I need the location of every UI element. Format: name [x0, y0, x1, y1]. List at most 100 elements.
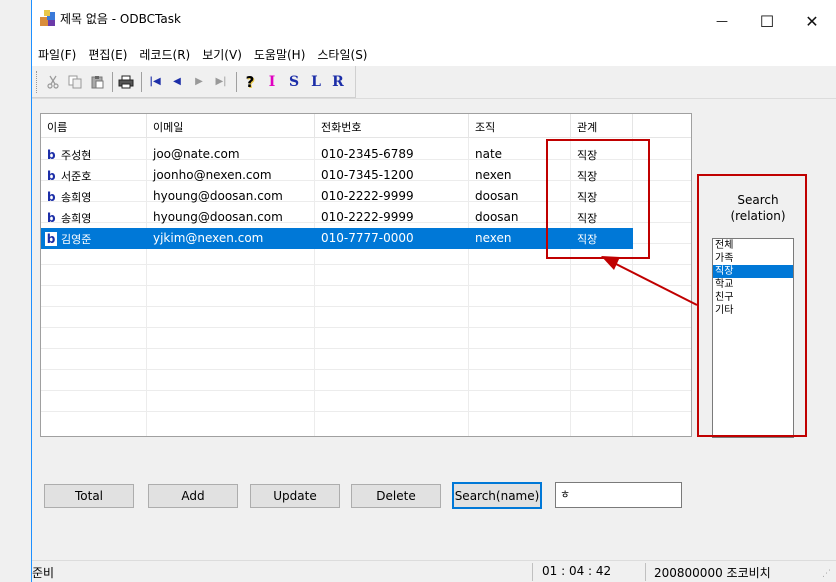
toolbar: |◀ ◀ ▶ ▶| ? I S L R	[32, 66, 356, 98]
window-title: 제목 없음 - ODBCTask	[60, 12, 181, 26]
menu-file[interactable]: 파일(F)	[32, 46, 82, 63]
printer-icon	[118, 75, 134, 88]
total-button[interactable]: Total	[44, 484, 134, 508]
grid-line	[41, 390, 691, 391]
table-row[interactable]: b 송희영 hyoung@doosan.com 010-2222-9999 doo…	[41, 207, 633, 228]
cell-relation: 직장	[577, 212, 598, 225]
record-icon: b	[47, 169, 56, 183]
column-header-relation[interactable]: 관계	[571, 114, 633, 138]
cell-email: joo@nate.com	[153, 147, 240, 161]
next-record-button[interactable]: ▶	[189, 71, 209, 93]
cell-org: nexen	[475, 168, 512, 182]
grid-line	[41, 327, 691, 328]
relation-option-other[interactable]: 기타	[713, 304, 793, 317]
toolbar-separator	[141, 71, 142, 92]
name-text: 김영준	[61, 233, 92, 246]
letter-s-icon: S	[288, 73, 300, 90]
cell-email: yjkim@nexen.com	[153, 231, 264, 245]
cell-org: doosan	[475, 189, 519, 203]
client-area: 이름 이메일 전화번호 조직 관계 b 주성현 joo@nate.com 010…	[32, 98, 836, 560]
name-text: 송희영	[61, 212, 92, 225]
app-window: 제목 없음 - ODBCTask — ☐ ✕ 파일(F) 편집(E) 레코드(R…	[0, 0, 836, 582]
cell-phone: 010-2345-6789	[321, 147, 414, 161]
search-name-button[interactable]: Search(name)	[452, 482, 542, 509]
status-time: 01 : 04 : 42	[542, 564, 612, 578]
grid-line	[41, 348, 691, 349]
style-s-button[interactable]: S	[284, 71, 304, 93]
cell-phone: 010-2222-9999	[321, 189, 414, 203]
toolbar-separator	[236, 71, 237, 92]
menu-record[interactable]: 레코드(R)	[133, 46, 196, 63]
contact-list[interactable]: 이름 이메일 전화번호 조직 관계 b 주성현 joo@nate.com 010…	[40, 113, 692, 437]
grid-line	[41, 264, 691, 265]
help-button[interactable]: ?	[240, 71, 260, 93]
column-header-org[interactable]: 조직	[469, 114, 571, 138]
cell-phone: 010-7777-0000	[321, 231, 414, 245]
search-label-line2: (relation)	[730, 209, 786, 223]
column-header-name[interactable]: 이름	[41, 114, 147, 138]
table-row-selected[interactable]: b 김영준 yjkim@nexen.com 010-7777-0000 nexen…	[41, 228, 633, 249]
cell-relation: 직장	[577, 170, 598, 183]
letter-i-icon: I	[268, 73, 276, 90]
menu-help[interactable]: 도움말(H)	[248, 46, 312, 63]
relation-option-family[interactable]: 가족	[713, 252, 793, 265]
search-relation-label: Search (relation)	[698, 192, 818, 224]
relation-option-all[interactable]: 전체	[713, 239, 793, 252]
add-button[interactable]: Add	[148, 484, 238, 508]
column-header-email[interactable]: 이메일	[147, 114, 315, 138]
maximize-icon: ☐	[759, 11, 775, 31]
record-icon: b	[47, 190, 56, 204]
cell-phone: 010-7345-1200	[321, 168, 414, 182]
menu-style[interactable]: 스타일(S)	[311, 46, 373, 63]
first-record-button[interactable]: |◀	[145, 71, 165, 93]
cell-email: hyoung@doosan.com	[153, 189, 283, 203]
delete-button[interactable]: Delete	[351, 484, 441, 508]
cell-name: b 김영준	[41, 228, 147, 249]
copy-icon	[68, 75, 82, 88]
relation-option-school[interactable]: 학교	[713, 278, 793, 291]
style-r-button[interactable]: R	[328, 71, 348, 93]
record-icon: b	[47, 211, 56, 225]
toolbar-separator	[112, 71, 113, 92]
search-label-line1: Search	[737, 193, 779, 207]
cell-org: nexen	[475, 231, 512, 245]
close-button[interactable]: ✕	[790, 0, 834, 42]
record-icon: b	[47, 148, 56, 162]
paste-button[interactable]	[87, 71, 107, 93]
record-icon: b	[45, 232, 57, 246]
table-row[interactable]: b 주성현 joo@nate.com 010-2345-6789 nate 직장	[41, 144, 633, 165]
grid-line	[41, 285, 691, 286]
relation-option-friend[interactable]: 친구	[713, 291, 793, 304]
name-text: 주성현	[61, 149, 92, 162]
title-bar[interactable]: 제목 없음 - ODBCTask — ☐ ✕	[32, 0, 836, 42]
copy-button[interactable]	[65, 71, 85, 93]
resize-grip-icon[interactable]: ⋰	[822, 569, 831, 579]
column-header-phone[interactable]: 전화번호	[315, 114, 469, 138]
table-row[interactable]: b 서준호 joonho@nexen.com 010-7345-1200 nexe…	[41, 165, 633, 186]
app-icon	[40, 10, 55, 26]
cut-button[interactable]	[43, 71, 63, 93]
search-name-input[interactable]: ㅎ	[555, 482, 682, 508]
relation-listbox[interactable]: 전체 가족 직장 학교 친구 기타	[712, 238, 794, 438]
toolbar-grip[interactable]	[36, 70, 39, 93]
style-l-button[interactable]: L	[306, 71, 326, 93]
cell-name: b 서준호	[41, 165, 147, 186]
last-record-button[interactable]: ▶|	[211, 71, 231, 93]
cell-relation: 직장	[577, 191, 598, 204]
style-i-button[interactable]: I	[262, 71, 282, 93]
cell-name: b 송희영	[41, 207, 147, 228]
table-row[interactable]: b 송희영 hyoung@doosan.com 010-2222-9999 doo…	[41, 186, 633, 207]
grid-line	[41, 369, 691, 370]
prev-record-button[interactable]: ◀	[167, 71, 187, 93]
relation-option-work[interactable]: 직장	[713, 265, 793, 278]
menu-view[interactable]: 보기(V)	[196, 46, 248, 63]
name-text: 송희영	[61, 191, 92, 204]
minimize-button[interactable]: —	[700, 0, 744, 42]
minimize-icon: —	[716, 14, 728, 28]
menu-edit[interactable]: 편집(E)	[82, 46, 133, 63]
print-button[interactable]	[116, 71, 136, 93]
status-ready: 준비	[32, 566, 55, 580]
status-divider	[645, 563, 646, 581]
maximize-button[interactable]: ☐	[745, 0, 789, 42]
update-button[interactable]: Update	[250, 484, 340, 508]
